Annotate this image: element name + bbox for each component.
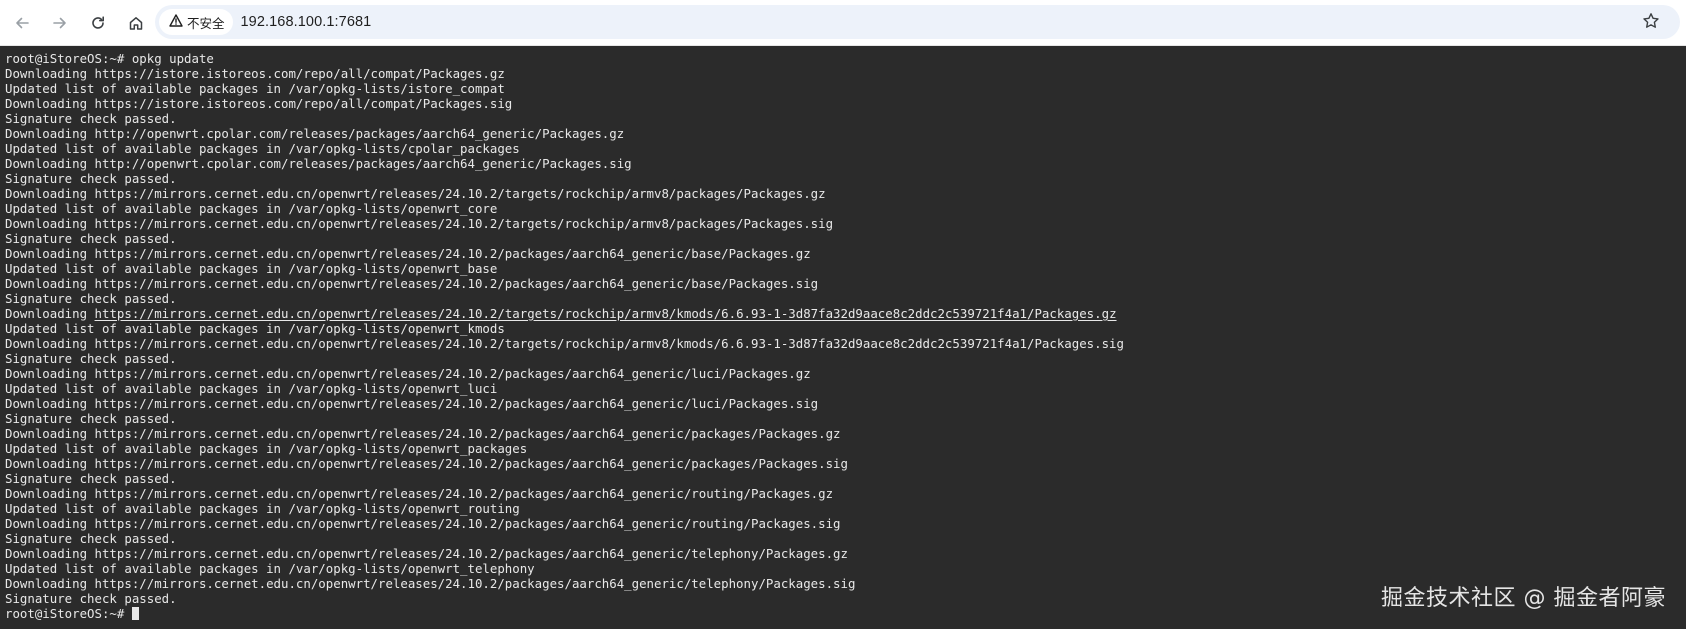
terminal-line: Signature check passed. — [5, 411, 1686, 426]
terminal-output[interactable]: root@iStoreOS:~# opkg update Downloading … — [0, 46, 1686, 629]
terminal-line: Downloading https://mirrors.cernet.edu.c… — [5, 456, 1686, 471]
terminal-line-text: Downloading https://mirrors.cernet.edu.c… — [5, 516, 841, 531]
terminal-line-text: Downloading https://mirrors.cernet.edu.c… — [5, 396, 819, 411]
terminal-line-text: Signature check passed. — [5, 171, 177, 186]
terminal-line-text: Downloading http://openwrt.cpolar.com/re… — [5, 156, 632, 171]
terminal-line: Downloading http://openwrt.cpolar.com/re… — [5, 156, 1686, 171]
terminal-line: Downloading https://mirrors.cernet.edu.c… — [5, 306, 1686, 321]
terminal-line-text: Downloading https://mirrors.cernet.edu.c… — [5, 366, 811, 381]
terminal-line: Downloading https://mirrors.cernet.edu.c… — [5, 336, 1686, 351]
terminal-line: Updated list of available packages in /v… — [5, 501, 1686, 516]
terminal-line-text: Downloading https://mirrors.cernet.edu.c… — [5, 486, 834, 501]
terminal-line-text: Updated list of available packages in /v… — [5, 261, 498, 276]
terminal-line: Updated list of available packages in /v… — [5, 441, 1686, 456]
url-text[interactable]: 192.168.100.1:7681 — [241, 14, 372, 30]
terminal-line-text: Downloading https://mirrors.cernet.edu.c… — [5, 426, 841, 441]
terminal-line-text: Downloading https://mirrors.cernet.edu.c… — [5, 186, 826, 201]
terminal-line-text: Downloading http://openwrt.cpolar.com/re… — [5, 126, 625, 141]
reload-button[interactable] — [80, 5, 116, 41]
terminal-line: Signature check passed. — [5, 291, 1686, 306]
reload-icon — [90, 15, 106, 31]
terminal-line: Signature check passed. — [5, 531, 1686, 546]
home-button[interactable] — [118, 5, 154, 41]
terminal-line: Signature check passed. — [5, 231, 1686, 246]
terminal-line: Updated list of available packages in /v… — [5, 141, 1686, 156]
terminal-line-text: Signature check passed. — [5, 111, 177, 126]
terminal-link[interactable]: https://mirrors.cernet.edu.cn/openwrt/re… — [95, 306, 1117, 321]
forward-button[interactable] — [42, 5, 78, 41]
terminal-line: Downloading https://mirrors.cernet.edu.c… — [5, 546, 1686, 561]
bookmark-star-icon[interactable] — [1642, 12, 1662, 32]
watermark: 掘金技术社区 @ 掘金者阿豪 — [1381, 586, 1666, 611]
terminal-line: Updated list of available packages in /v… — [5, 201, 1686, 216]
terminal-line-text: Downloading https://mirrors.cernet.edu.c… — [5, 456, 848, 471]
browser-toolbar: 不安全 192.168.100.1:7681 — [0, 0, 1686, 46]
terminal-line: Signature check passed. — [5, 171, 1686, 186]
terminal-line-text: Updated list of available packages in /v… — [5, 501, 520, 516]
terminal-line-text: Downloading https://mirrors.cernet.edu.c… — [5, 336, 1124, 351]
terminal-line: Downloading https://mirrors.cernet.edu.c… — [5, 186, 1686, 201]
terminal-line-text: Signature check passed. — [5, 291, 177, 306]
security-indicator[interactable]: 不安全 — [159, 9, 233, 35]
terminal-line: Downloading https://mirrors.cernet.edu.c… — [5, 516, 1686, 531]
terminal-line: Updated list of available packages in /v… — [5, 81, 1686, 96]
forward-icon — [52, 15, 68, 31]
terminal-line-text: Updated list of available packages in /v… — [5, 381, 498, 396]
back-button[interactable] — [4, 5, 40, 41]
terminal-line: Downloading http://openwrt.cpolar.com/re… — [5, 126, 1686, 141]
shell-prompt: root@iStoreOS:~# — [5, 606, 132, 621]
terminal-line-text: Signature check passed. — [5, 411, 177, 426]
terminal-line-text: Downloading https://mirrors.cernet.edu.c… — [5, 246, 811, 261]
back-icon — [14, 15, 30, 31]
terminal-line: Updated list of available packages in /v… — [5, 261, 1686, 276]
terminal-line-text: Downloading https://mirrors.cernet.edu.c… — [5, 216, 834, 231]
terminal-line: Downloading https://mirrors.cernet.edu.c… — [5, 216, 1686, 231]
terminal-line-text: Signature check passed. — [5, 471, 177, 486]
terminal-line: Signature check passed. — [5, 111, 1686, 126]
terminal-line: Downloading https://mirrors.cernet.edu.c… — [5, 426, 1686, 441]
terminal-line: Updated list of available packages in /v… — [5, 321, 1686, 336]
terminal-line: Updated list of available packages in /v… — [5, 561, 1686, 576]
terminal-line: Downloading https://mirrors.cernet.edu.c… — [5, 396, 1686, 411]
terminal-line-text: Downloading — [5, 306, 95, 321]
terminal-line-text: Downloading https://istore.istoreos.com/… — [5, 96, 513, 111]
terminal-line-text: Downloading https://istore.istoreos.com/… — [5, 66, 505, 81]
terminal-line: root@iStoreOS:~# opkg update — [5, 51, 1686, 66]
terminal-line-text: Updated list of available packages in /v… — [5, 561, 535, 576]
terminal-line: Downloading https://mirrors.cernet.edu.c… — [5, 366, 1686, 381]
terminal-line: Signature check passed. — [5, 351, 1686, 366]
terminal-line: Signature check passed. — [5, 471, 1686, 486]
terminal-line-text: Downloading https://mirrors.cernet.edu.c… — [5, 576, 856, 591]
terminal-cursor — [131, 607, 139, 620]
terminal-line-text: Updated list of available packages in /v… — [5, 321, 505, 336]
terminal-line-text: Signature check passed. — [5, 351, 177, 366]
terminal-line: Downloading https://mirrors.cernet.edu.c… — [5, 276, 1686, 291]
home-icon — [128, 15, 144, 31]
terminal-line: Downloading https://mirrors.cernet.edu.c… — [5, 486, 1686, 501]
terminal-line-text: root@iStoreOS:~# opkg update — [5, 51, 214, 66]
security-label: 不安全 — [187, 15, 225, 31]
terminal-line-text: Updated list of available packages in /v… — [5, 81, 505, 96]
terminal-line-text: Updated list of available packages in /v… — [5, 441, 528, 456]
terminal-line: Downloading https://mirrors.cernet.edu.c… — [5, 246, 1686, 261]
terminal-line: Updated list of available packages in /v… — [5, 381, 1686, 396]
terminal-line-text: Signature check passed. — [5, 591, 177, 606]
terminal-line-text: Updated list of available packages in /v… — [5, 141, 520, 156]
terminal-line: Downloading https://istore.istoreos.com/… — [5, 66, 1686, 81]
terminal-line-text: Signature check passed. — [5, 531, 177, 546]
terminal-line-text: Updated list of available packages in /v… — [5, 201, 498, 216]
terminal-line: Downloading https://istore.istoreos.com/… — [5, 96, 1686, 111]
warning-icon — [169, 14, 187, 30]
address-bar[interactable]: 不安全 192.168.100.1:7681 — [155, 5, 1680, 39]
terminal-line-text: Signature check passed. — [5, 231, 177, 246]
terminal-line-text: Downloading https://mirrors.cernet.edu.c… — [5, 546, 848, 561]
terminal-line-text: Downloading https://mirrors.cernet.edu.c… — [5, 276, 819, 291]
